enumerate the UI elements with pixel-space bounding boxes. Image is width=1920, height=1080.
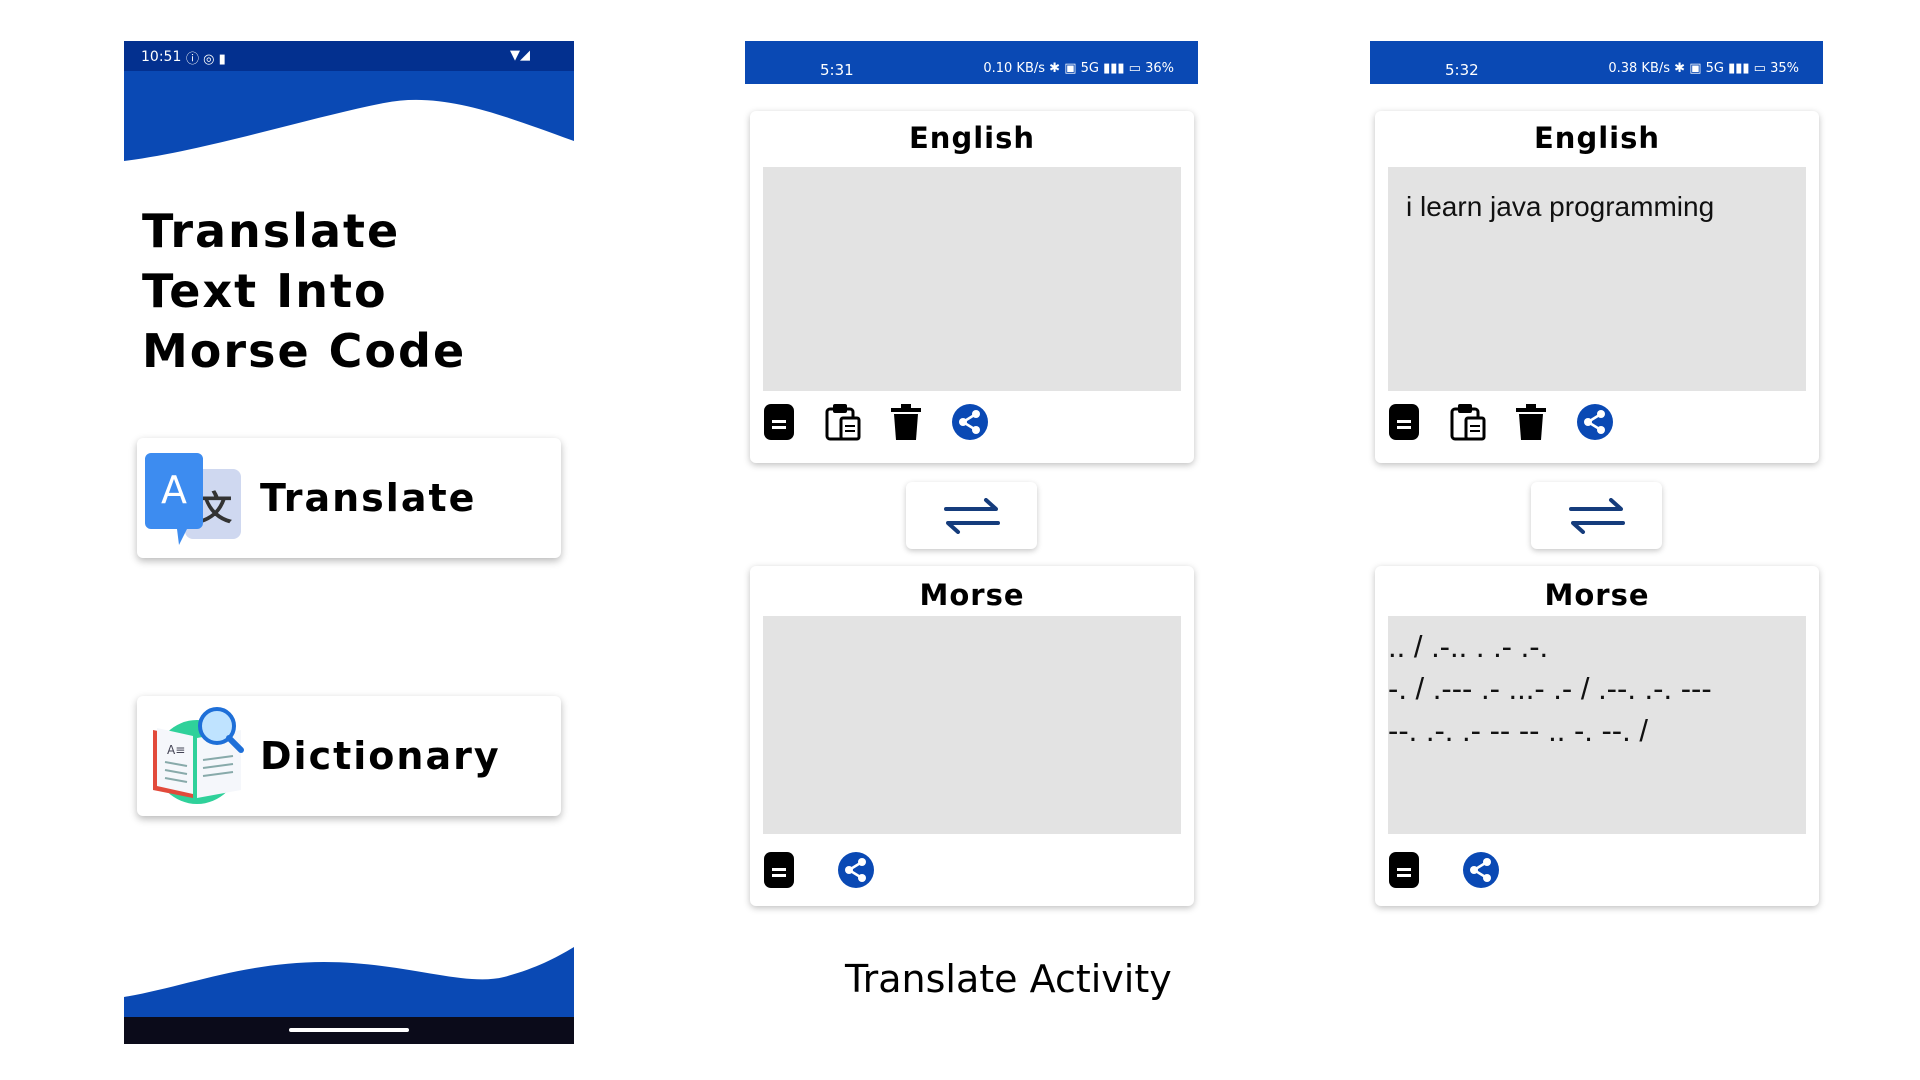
paste-icon[interactable] xyxy=(824,403,862,441)
screen-caption: Translate Activity xyxy=(845,957,1172,1001)
status-icons: 0.10 KB/s ✱ ▣ 5G ▮▮▮ ▭ 36% xyxy=(983,61,1174,76)
delete-icon[interactable] xyxy=(1512,403,1550,441)
translate-icon: 文 A xyxy=(145,453,241,545)
headline-line-1: Translate xyxy=(142,204,401,258)
status-bar: 5:31 0.10 KB/s ✱ ▣ 5G ▮▮▮ ▭ 36% xyxy=(745,41,1198,84)
english-title: English xyxy=(1533,121,1660,155)
svg-text:A≡: A≡ xyxy=(167,743,185,757)
english-panel: English i learn java programming xyxy=(1375,111,1819,463)
copy-icon[interactable] xyxy=(1385,403,1423,441)
copy-icon[interactable] xyxy=(1385,851,1423,889)
morse-output[interactable]: .. / .-.. . .- .-. -. / .--- .- ...- .- … xyxy=(1388,616,1806,834)
english-input[interactable]: i learn java programming xyxy=(1388,167,1806,391)
paste-icon[interactable] xyxy=(1449,403,1487,441)
copy-icon[interactable] xyxy=(760,403,798,441)
morse-panel: Morse xyxy=(750,566,1194,906)
translate-screen-filled: 5:32 0.38 KB/s ✱ ▣ 5G ▮▮▮ ▭ 35% English … xyxy=(1370,41,1823,941)
copy-icon[interactable] xyxy=(760,851,798,889)
swap-button[interactable] xyxy=(1531,482,1662,549)
share-icon[interactable] xyxy=(951,403,989,441)
dictionary-icon: A≡ xyxy=(153,707,244,804)
headline-line-3: Morse Code xyxy=(142,324,467,378)
translate-menu-card[interactable]: 文 A Translate xyxy=(137,438,561,558)
translate-screen-empty: 5:31 0.10 KB/s ✱ ▣ 5G ▮▮▮ ▭ 36% English … xyxy=(745,41,1198,941)
svg-text:A: A xyxy=(161,468,187,512)
morse-title: Morse xyxy=(919,578,1025,612)
morse-output-text: .. / .-.. . .- .-. -. / .--- .- ...- .- … xyxy=(1388,629,1712,748)
svg-text:文: 文 xyxy=(198,489,232,529)
app-headline: Translate Text Into Morse Code xyxy=(142,201,466,381)
morse-title: Morse xyxy=(1544,578,1650,612)
translate-label: Translate xyxy=(260,476,477,520)
share-icon[interactable] xyxy=(1576,403,1614,441)
status-time: 5:32 xyxy=(1445,61,1479,79)
status-notification-icons: ⓘ ◎ ▮ xyxy=(186,52,226,67)
english-input[interactable] xyxy=(763,167,1181,391)
english-title: English xyxy=(908,121,1035,155)
status-bar: 10:51 ⓘ ◎ ▮ ▼◢ xyxy=(124,41,574,71)
home-screen: 10:51 ⓘ ◎ ▮ ▼◢ Translate Text Into Morse… xyxy=(124,41,574,1044)
wifi-signal-icon: ▼◢ xyxy=(510,48,530,63)
morse-panel: Morse .. / .-.. . .- .-. -. / .--- .- ..… xyxy=(1375,566,1819,906)
swap-arrows-icon xyxy=(1569,498,1625,534)
english-input-text: i learn java programming xyxy=(1406,191,1715,222)
status-bar: 5:32 0.38 KB/s ✱ ▣ 5G ▮▮▮ ▭ 35% xyxy=(1370,41,1823,84)
bottom-wave-decoration xyxy=(124,947,574,1044)
swap-arrows-icon xyxy=(944,498,1000,534)
delete-icon[interactable] xyxy=(887,403,925,441)
swap-button[interactable] xyxy=(906,482,1037,549)
headline-line-2: Text Into xyxy=(142,264,388,318)
status-icons: 0.38 KB/s ✱ ▣ 5G ▮▮▮ ▭ 35% xyxy=(1608,61,1799,76)
dictionary-label: Dictionary xyxy=(260,734,501,778)
english-panel: English xyxy=(750,111,1194,463)
morse-output[interactable] xyxy=(763,616,1181,834)
share-icon[interactable] xyxy=(1462,851,1500,889)
share-icon[interactable] xyxy=(837,851,875,889)
status-time: 5:31 xyxy=(820,61,854,79)
status-time: 10:51 xyxy=(141,49,182,65)
dictionary-menu-card[interactable]: A≡ Dictionary xyxy=(137,696,561,816)
